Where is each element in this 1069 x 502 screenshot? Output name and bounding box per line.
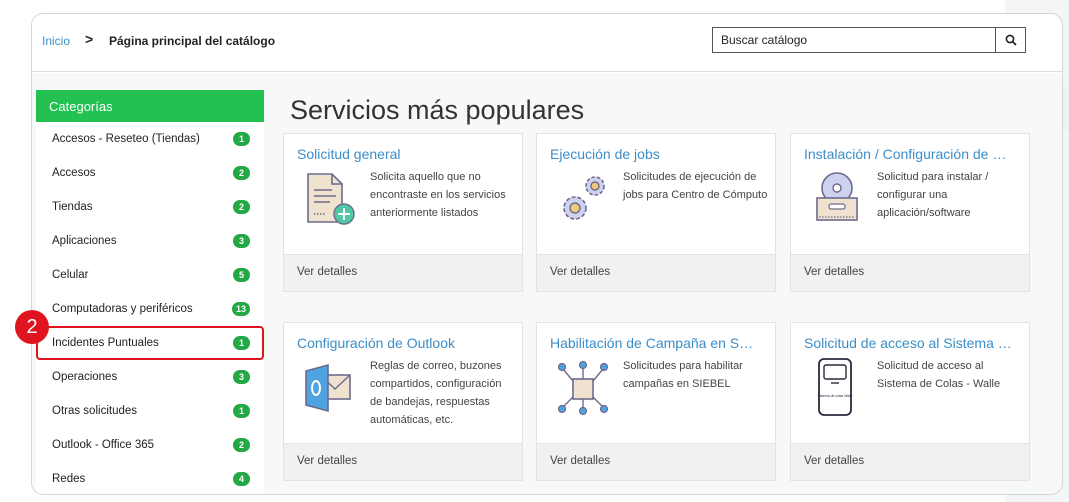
service-card-description: Solicita aquello que no encontraste en l… bbox=[370, 171, 506, 219]
service-card[interactable]: Configuración de Outlook Reglas de corre… bbox=[283, 322, 523, 481]
category-count-badge: 2 bbox=[233, 200, 250, 214]
service-card[interactable]: Solicitud de acceso al Sistema … Sistema… bbox=[790, 322, 1030, 481]
view-details-link[interactable]: Ver detalles bbox=[537, 254, 775, 291]
step-marker: 2 bbox=[15, 310, 49, 344]
search-icon bbox=[1005, 34, 1017, 46]
category-count-badge: 1 bbox=[233, 132, 250, 146]
category-item[interactable]: Computadoras y periféricos 13 bbox=[36, 292, 264, 326]
search-input[interactable] bbox=[713, 28, 995, 52]
category-label: Aplicaciones bbox=[52, 235, 117, 247]
category-item-incidentes-puntuales[interactable]: Incidentes Puntuales 1 bbox=[36, 326, 264, 360]
service-card-title[interactable]: Instalación / Configuración de … bbox=[804, 146, 1024, 162]
category-count-badge: 13 bbox=[231, 302, 250, 316]
service-card[interactable]: Ejecución de jobs Solicitudes de ejecuci… bbox=[536, 133, 776, 292]
kiosk-icon-label: Sistema de colas Walle bbox=[817, 394, 852, 398]
categories-header: Categorías bbox=[36, 90, 264, 122]
category-count-badge: 3 bbox=[233, 234, 250, 248]
categories-sidebar: Categorías Accesos - Reseteo (Tiendas) 1 … bbox=[36, 90, 264, 494]
search-button[interactable] bbox=[995, 28, 1025, 52]
service-card[interactable]: Habilitación de Campaña en S… Solicitude… bbox=[536, 322, 776, 481]
search-box bbox=[712, 27, 1026, 53]
document-add-icon bbox=[307, 173, 355, 225]
breadcrumb-home-link[interactable]: Inicio bbox=[42, 34, 70, 48]
service-card-description: Reglas de correo, buzones compartidos, c… bbox=[370, 360, 502, 426]
category-count-badge: 2 bbox=[233, 438, 250, 452]
service-card-title[interactable]: Habilitación de Campaña en S… bbox=[550, 335, 770, 351]
breadcrumb-chevron-icon: > bbox=[85, 31, 94, 47]
category-item[interactable]: Tiendas 2 bbox=[36, 190, 264, 224]
service-card-description: Solicitud para instalar / configurar una… bbox=[877, 171, 989, 219]
category-label: Operaciones bbox=[52, 371, 118, 383]
service-card-title[interactable]: Solicitud de acceso al Sistema … bbox=[804, 335, 1024, 351]
category-label: Incidentes Puntuales bbox=[52, 337, 159, 349]
catalog-window: Inicio > Página principal del catálogo C… bbox=[31, 13, 1063, 495]
category-item[interactable]: Operaciones 3 bbox=[36, 360, 264, 394]
category-label: Celular bbox=[52, 269, 89, 281]
view-details-link[interactable]: Ver detalles bbox=[791, 443, 1029, 480]
category-count-badge: 5 bbox=[233, 268, 250, 282]
view-details-link[interactable]: Ver detalles bbox=[537, 443, 775, 480]
page-title: Servicios más populares bbox=[290, 95, 585, 125]
service-card-description: Solicitudes de ejecución de jobs para Ce… bbox=[623, 171, 768, 201]
service-card-title[interactable]: Configuración de Outlook bbox=[297, 335, 517, 351]
content-area: Categorías Accesos - Reseteo (Tiendas) 1 … bbox=[32, 73, 1062, 494]
category-item[interactable]: Otras solicitudes 1 bbox=[36, 394, 264, 428]
service-card-title[interactable]: Ejecución de jobs bbox=[550, 146, 770, 162]
category-item[interactable]: Celular 5 bbox=[36, 258, 264, 292]
category-label: Otras solicitudes bbox=[52, 405, 138, 417]
category-label: Redes bbox=[52, 473, 86, 485]
service-card-description: Solicitud de acceso al Sistema de Colas … bbox=[877, 360, 1001, 390]
category-count-badge: 1 bbox=[233, 404, 250, 418]
category-item[interactable]: Outlook - Office 365 2 bbox=[36, 428, 264, 462]
category-item[interactable]: Accesos - Reseteo (Tiendas) 1 bbox=[36, 122, 264, 156]
software-box-icon bbox=[816, 172, 858, 221]
category-label: Accesos - Reseteo (Tiendas) bbox=[52, 133, 200, 145]
view-details-link[interactable]: Ver detalles bbox=[284, 254, 522, 291]
category-item[interactable]: Aplicaciones 3 bbox=[36, 224, 264, 258]
breadcrumb-current: Página principal del catálogo bbox=[109, 34, 276, 48]
category-count-badge: 3 bbox=[233, 370, 250, 384]
service-card-description: Solicitudes para habilitar campañas en S… bbox=[623, 360, 743, 390]
view-details-link[interactable]: Ver detalles bbox=[284, 443, 522, 480]
category-label: Tiendas bbox=[52, 201, 93, 213]
kiosk-icon: Sistema de colas Walle bbox=[817, 358, 853, 416]
outlook-icon bbox=[305, 363, 351, 413]
category-label: Computadoras y periféricos bbox=[52, 303, 193, 315]
network-box-icon bbox=[557, 360, 609, 416]
gears-icon bbox=[563, 176, 605, 220]
category-label: Outlook - Office 365 bbox=[52, 439, 155, 451]
service-card[interactable]: Instalación / Configuración de … Solicit… bbox=[790, 133, 1030, 292]
view-details-link[interactable]: Ver detalles bbox=[791, 254, 1029, 291]
category-count-badge: 1 bbox=[233, 336, 250, 350]
service-card-title[interactable]: Solicitud general bbox=[297, 146, 517, 162]
top-bar: Inicio > Página principal del catálogo bbox=[32, 14, 1062, 72]
service-card[interactable]: Solicitud general Solicita aquello que n… bbox=[283, 133, 523, 292]
category-item[interactable]: Accesos 2 bbox=[36, 156, 264, 190]
category-label: Accesos bbox=[52, 167, 96, 179]
category-count-badge: 4 bbox=[233, 472, 250, 486]
category-count-badge: 2 bbox=[233, 166, 250, 180]
category-item[interactable]: Redes 4 bbox=[36, 462, 264, 494]
